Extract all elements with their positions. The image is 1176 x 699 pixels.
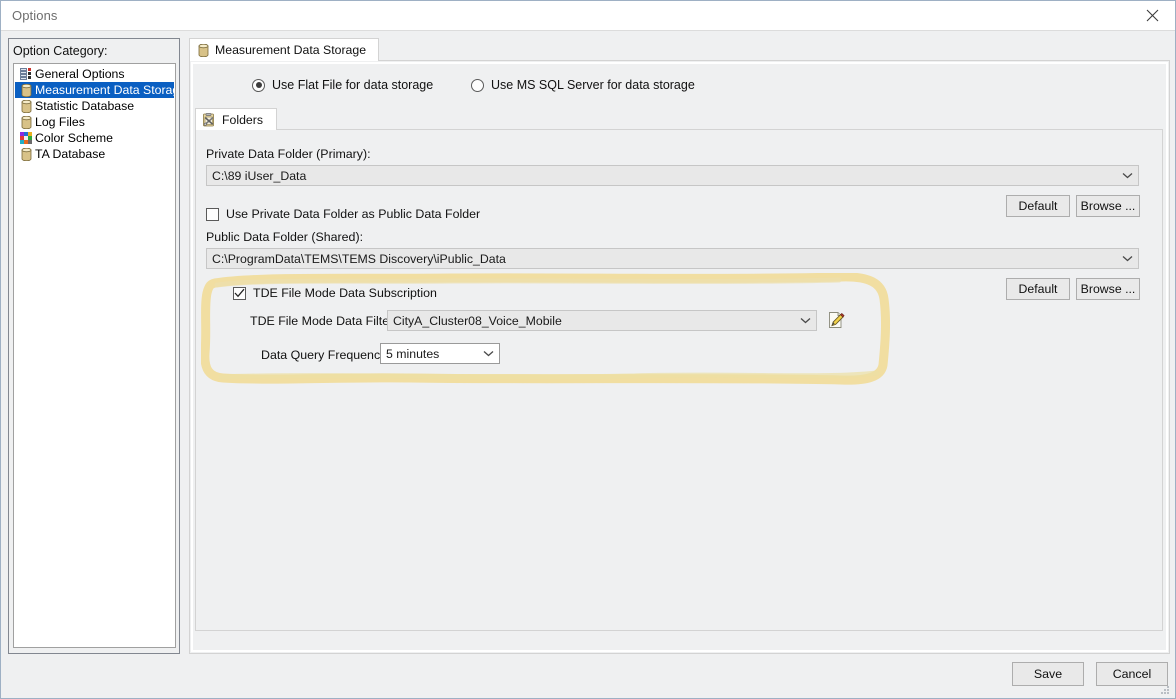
resize-grip[interactable] [1159,683,1171,695]
window-title: Options [12,8,58,23]
sidebar-item-label: Statistic Database [35,99,135,113]
private-browse-button[interactable]: Browse ... [1076,195,1140,217]
cancel-button[interactable]: Cancel [1096,662,1168,686]
edit-pencil-glyph [828,311,845,328]
public-data-folder-value: C:\ProgramData\TEMS\TEMS Discovery\iPubl… [212,251,506,266]
close-glyph [1146,9,1159,22]
radio-indicator [252,78,265,92]
sidebar-item-statistic-database[interactable]: Statistic Database [15,98,174,114]
close-icon[interactable] [1130,1,1175,30]
options-dialog: Options Option Category: General Options… [0,0,1176,699]
data-query-frequency-combo[interactable]: 5 minutes [380,343,500,364]
database-icon [17,114,35,130]
check-glyph [234,288,245,298]
private-data-folder-value: C:\89 iUser_Data [212,168,307,183]
tab-measurement-data-storage[interactable]: Measurement Data Storage [189,38,380,61]
sidebar-item-log-files[interactable]: Log Files [15,114,174,130]
storage-mode-radio-group: Use Flat File for data storage Use MS SQ… [189,78,1170,98]
public-default-button[interactable]: Default [1006,278,1070,300]
checkbox-indicator [233,286,246,300]
database-icon [17,98,35,114]
sidebar-item-measurement-data-storage[interactable]: Measurement Data Storage [15,82,176,98]
radio-use-flat-file[interactable]: Use Flat File for data storage [252,78,433,92]
data-query-frequency-value: 5 minutes [386,346,440,361]
private-data-folder-combo[interactable]: C:\89 iUser_Data [206,165,1139,186]
color-palette-icon [17,130,35,146]
outer-tab-strip: Measurement Data Storage [189,38,1170,61]
sidebar-item-ta-database[interactable]: TA Database [15,146,174,162]
radio-label: Use Flat File for data storage [272,78,434,92]
checkbox-label: TDE File Mode Data Subscription [253,286,437,300]
inner-tab-strip: Folders [195,108,1163,130]
radio-indicator [471,78,484,92]
sidebar-item-label: TA Database [35,147,106,161]
option-category-panel: Option Category: General Options Measure… [8,38,180,654]
save-button[interactable]: Save [1012,662,1084,686]
title-bar: Options [1,1,1175,31]
main-panel: Measurement Data Storage Use Flat File f… [189,38,1170,654]
public-browse-button[interactable]: Browse ... [1076,278,1140,300]
checkbox-label: Use Private Data Folder as Public Data F… [226,207,481,221]
tde-subscription-checkbox[interactable]: TDE File Mode Data Subscription [233,286,437,300]
option-category-list[interactable]: General Options Measurement Data Storage [13,63,176,648]
chevron-down-icon [1116,255,1138,262]
tab-folders[interactable]: Folders [195,108,278,130]
edit-pencil-icon[interactable] [827,310,845,329]
private-default-button[interactable]: Default [1006,195,1070,217]
private-data-folder-label: Private Data Folder (Primary): [206,147,371,161]
tde-filter-label: TDE File Mode Data Filter [250,314,394,328]
radio-label: Use MS SQL Server for data storage [491,78,695,92]
data-query-frequency-label: Data Query Frequency [261,348,387,362]
use-private-as-public-checkbox[interactable]: Use Private Data Folder as Public Data F… [206,207,480,221]
sidebar-item-label: Log Files [35,115,85,129]
chevron-down-icon [1116,172,1138,179]
chevron-down-icon [794,317,816,324]
list-options-icon [17,66,35,82]
radio-use-ms-sql-server[interactable]: Use MS SQL Server for data storage [471,78,695,92]
tde-filter-combo[interactable]: CityA_Cluster08_Voice_Mobile [387,310,817,331]
chevron-down-icon [477,350,499,357]
option-category-label: Option Category: [13,44,108,58]
database-icon [17,82,35,98]
tab-label: Folders [222,112,264,127]
database-icon [17,146,35,162]
sidebar-item-general-options[interactable]: General Options [15,66,174,82]
database-icon [198,43,209,57]
sidebar-item-label: Color Scheme [35,131,113,145]
resize-grip-glyph [1161,686,1169,694]
sidebar-item-label: General Options [35,67,125,81]
checkbox-indicator [206,207,219,221]
public-data-folder-label: Public Data Folder (Shared): [206,230,364,244]
tab-label: Measurement Data Storage [215,43,367,57]
sidebar-item-color-scheme[interactable]: Color Scheme [15,130,174,146]
sidebar-item-label: Measurement Data Storage [35,83,176,97]
folder-tools-icon [202,112,216,127]
tde-filter-value: CityA_Cluster08_Voice_Mobile [393,313,562,328]
public-data-folder-combo[interactable]: C:\ProgramData\TEMS\TEMS Discovery\iPubl… [206,248,1139,269]
